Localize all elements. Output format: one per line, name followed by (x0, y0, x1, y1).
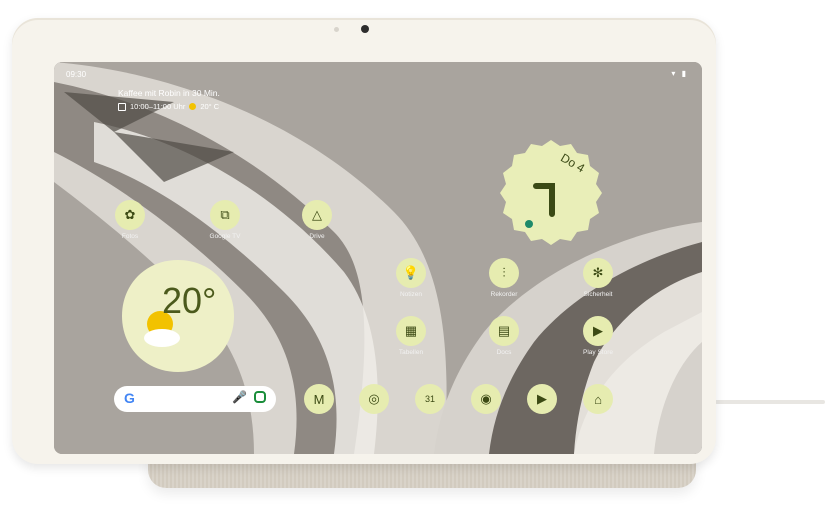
youtube-icon[interactable]: ▶ (527, 384, 557, 414)
google-search-bar[interactable]: G 🎤 (114, 386, 276, 412)
app-docs[interactable]: ▤ Docs (476, 316, 532, 356)
front-camera (361, 25, 369, 33)
app-label: Play Store (583, 349, 613, 356)
event-widget[interactable]: Kaffee mit Robin in 30 Min. 10:00–11:00 … (118, 88, 220, 111)
app-label: Docs (496, 349, 512, 356)
weather-temperature: 20° (162, 280, 217, 321)
lens-camera-icon[interactable] (254, 391, 266, 403)
play-store-icon: ▶ (583, 316, 613, 346)
waveform-icon: ⫶ (489, 258, 519, 288)
app-label: Google TV (209, 233, 241, 240)
event-time: 10:00–11:00 Uhr (130, 102, 186, 111)
app-google-tv[interactable]: ⧉ Google TV (197, 200, 253, 240)
app-play-store[interactable]: ▶ Play Store (570, 316, 626, 356)
event-title: Kaffee mit Robin in 30 Min. (118, 88, 220, 98)
app-label: Notizen (399, 291, 423, 298)
calendar-small-icon (118, 102, 126, 111)
app-label: Sicherheit (583, 291, 613, 298)
sensor-dot (334, 27, 339, 32)
camera-icon[interactable]: ◉ (471, 384, 501, 414)
google-logo-icon: G (124, 390, 135, 406)
drive-icon: △ (302, 200, 332, 230)
sun-icon (189, 103, 197, 110)
tablet-screen: 09:30 ▾ ▮ Kaffee mit Robin in 30 Min. 10… (54, 62, 702, 454)
app-sicherheit[interactable]: ✻ Sicherheit (570, 258, 626, 298)
weather-widget[interactable]: 20° (120, 258, 236, 374)
app-label: Tabellen (398, 349, 424, 356)
app-label: Rekorder (490, 291, 518, 298)
clock-widget[interactable]: Do 4 (496, 136, 606, 246)
app-drive[interactable]: △ Drive (289, 200, 345, 240)
calendar-icon[interactable]: 31 (415, 384, 445, 414)
app-tabellen[interactable]: ▦ Tabellen (383, 316, 439, 356)
sheets-icon: ▦ (396, 316, 426, 346)
app-rekorder[interactable]: ⫶ Rekorder (476, 258, 532, 298)
docs-icon: ▤ (489, 316, 519, 346)
home-icon[interactable]: ⌂ (583, 384, 613, 414)
chrome-icon[interactable]: ◎ (359, 384, 389, 414)
charging-cable (715, 400, 825, 404)
pinwheel-icon: ✿ (115, 200, 145, 230)
lightbulb-icon: 💡 (396, 258, 426, 288)
mail-icon[interactable]: M (304, 384, 334, 414)
app-fotos[interactable]: ✿ Fotos (102, 200, 158, 240)
status-bar-time: 09:30 (66, 70, 87, 79)
shield-icon: ✻ (583, 258, 613, 288)
tv-icon: ⧉ (210, 200, 240, 230)
status-bar-icons: ▾ ▮ (671, 69, 688, 78)
clock-face (500, 140, 602, 245)
app-label: Fotos (121, 233, 139, 240)
app-label: Drive (309, 233, 325, 240)
app-notizen[interactable]: 💡 Notizen (383, 258, 439, 298)
microphone-icon[interactable]: 🎤 (232, 390, 247, 404)
event-temperature: 20° C (200, 102, 220, 111)
